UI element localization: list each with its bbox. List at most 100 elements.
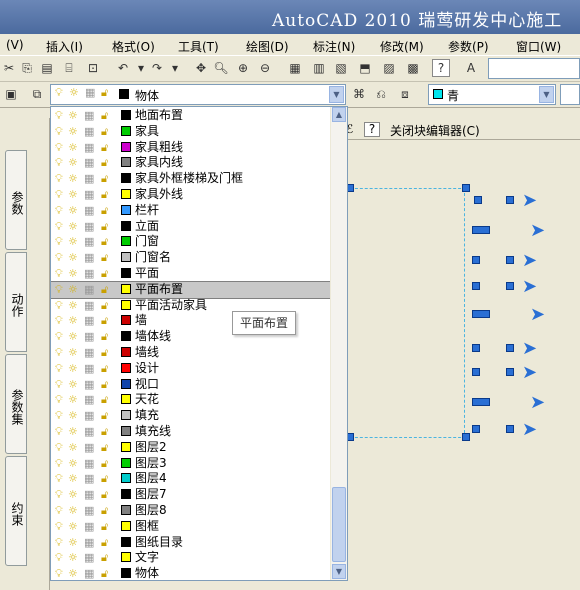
lightbulb-on-icon[interactable]: 💡︎ xyxy=(55,172,63,185)
layer-list-item[interactable]: 💡︎ ☼ ▦ 🔓︎ 家具粗线 xyxy=(51,140,331,156)
menu-window[interactable]: 窗口(W) xyxy=(516,38,561,55)
parameter-arrow-icon[interactable]: ➤ xyxy=(522,190,537,211)
layer-color-swatch[interactable] xyxy=(121,347,131,357)
layer-color-swatch[interactable] xyxy=(121,489,131,500)
sun-icon[interactable]: ☼ xyxy=(68,204,78,217)
linetype-dropdown[interactable] xyxy=(560,84,580,105)
layer-list-item[interactable]: 💡︎ ☼ ▦ 🔓︎ 墙线 xyxy=(51,345,331,361)
properties-icon[interactable]: ▦ xyxy=(286,59,304,77)
parameter-arrow-icon[interactable]: ➤ xyxy=(522,338,537,359)
grip-point[interactable] xyxy=(506,282,514,290)
sun-icon[interactable]: ☼ xyxy=(68,457,78,470)
layer-list-item[interactable]: 💡︎ ☼ ▦ 🔓︎ 文字 xyxy=(51,550,331,566)
sun-icon[interactable]: ☼ xyxy=(68,251,78,264)
grip-point[interactable] xyxy=(472,310,490,318)
unlock-icon[interactable]: 🔓︎ xyxy=(101,425,108,438)
lightbulb-on-icon[interactable]: 💡︎ xyxy=(55,362,63,375)
sun-icon[interactable]: ☼ xyxy=(68,299,78,312)
parameter-arrow-icon[interactable]: ➤ xyxy=(522,250,537,271)
viewport-freeze-icon[interactable]: ▦ xyxy=(84,267,94,280)
layer-color-swatch[interactable] xyxy=(121,220,131,231)
grip-point[interactable] xyxy=(472,425,480,433)
layer-list-item[interactable]: 💡︎ ☼ ▦ 🔓︎ 设计 xyxy=(51,361,331,377)
unlock-icon[interactable]: 🔓︎ xyxy=(101,125,108,138)
menu-parameters[interactable]: 参数(P) xyxy=(448,38,489,55)
layer-list-item[interactable]: 💡︎ ☼ ▦ 🔓︎ 图层2 xyxy=(51,440,331,456)
color-dropdown[interactable]: 青 ▼ xyxy=(428,84,556,105)
layer-color-swatch[interactable] xyxy=(121,505,131,515)
lightbulb-on-icon[interactable]: 💡︎ xyxy=(55,283,63,296)
sun-icon[interactable]: ☼ xyxy=(68,378,78,391)
unlock-icon[interactable]: 🔓︎ xyxy=(101,172,108,185)
sun-icon[interactable]: ☼ xyxy=(68,551,78,564)
layer-list-item[interactable]: 💡︎ ☼ ▦ 🔓︎ 图层7 xyxy=(51,487,331,503)
layer-list-item[interactable]: 💡︎ ☼ ▦ 🔓︎ 门窗 xyxy=(51,234,331,250)
scroll-down-icon[interactable]: ▼ xyxy=(332,564,346,579)
tab-parameter-sets[interactable]: 参数集 xyxy=(5,354,27,454)
sheet-set-icon[interactable]: ⬒ xyxy=(356,59,374,77)
grip-point[interactable] xyxy=(506,256,514,264)
layer-color-swatch[interactable] xyxy=(121,394,131,405)
viewport-freeze-icon[interactable]: ▦ xyxy=(84,283,94,296)
layer-dropdown[interactable]: 💡︎ ☼ ▦ 🔓︎ 物体 ▼ xyxy=(50,84,346,105)
viewport-freeze-icon[interactable]: ▦ xyxy=(84,314,94,327)
zoom-realtime-icon[interactable]: 🔍︎ xyxy=(212,59,230,77)
lightbulb-on-icon[interactable]: 💡︎ xyxy=(55,330,63,343)
unlock-icon[interactable]: 🔓︎ xyxy=(101,346,108,359)
grip-point[interactable] xyxy=(472,398,490,406)
layer-list-item[interactable]: 💡︎ ☼ ▦ 🔓︎ 家具外线 xyxy=(51,187,331,203)
sun-icon[interactable]: ☼ xyxy=(68,109,78,122)
layer-color-swatch[interactable] xyxy=(121,426,131,436)
color-chevron-down-icon[interactable]: ▼ xyxy=(539,86,554,103)
unlock-icon[interactable]: 🔓︎ xyxy=(101,472,108,485)
lightbulb-on-icon[interactable]: 💡︎ xyxy=(55,441,63,454)
layer-color-swatch[interactable] xyxy=(121,125,131,136)
layer-color-swatch[interactable] xyxy=(121,457,131,468)
unlock-icon[interactable]: 🔓︎ xyxy=(101,299,108,312)
layer-color-swatch[interactable] xyxy=(121,299,131,310)
grip-point[interactable] xyxy=(506,344,514,352)
sun-icon[interactable]: ☼ xyxy=(68,472,78,485)
layer-color-swatch[interactable] xyxy=(121,173,131,184)
text-style-combo[interactable] xyxy=(488,58,580,79)
viewport-freeze-icon[interactable]: ▦ xyxy=(84,251,94,264)
layer-list-item[interactable]: 💡︎ ☼ ▦ 🔓︎ 平面 xyxy=(51,266,331,282)
lightbulb-on-icon[interactable]: 💡︎ xyxy=(55,378,63,391)
block-editor-help-icon[interactable]: ? xyxy=(364,122,380,137)
layer-color-swatch[interactable] xyxy=(121,473,131,484)
lightbulb-on-icon[interactable]: 💡︎ xyxy=(55,299,63,312)
menu-dimension[interactable]: 标注(N) xyxy=(313,38,355,55)
layer-list-item[interactable]: 💡︎ ☼ ▦ 🔓︎ 平面布置 xyxy=(51,280,332,299)
sun-icon[interactable]: ☼ xyxy=(68,409,78,422)
lightbulb-on-icon[interactable]: 💡︎ xyxy=(55,109,63,122)
lightbulb-on-icon[interactable]: 💡︎ xyxy=(55,251,63,264)
redo-dropdown-icon[interactable]: ▾ xyxy=(166,59,184,77)
close-block-editor-button[interactable]: 关闭块编辑器(C) xyxy=(390,122,480,139)
lightbulb-on-icon[interactable]: 💡︎ xyxy=(55,567,63,580)
match-properties-icon[interactable]: ⌸ xyxy=(60,59,78,77)
parameter-arrow-icon[interactable]: ➤ xyxy=(530,304,545,325)
lightbulb-on-icon[interactable]: 💡︎ xyxy=(55,267,63,280)
sun-icon[interactable]: ☼ xyxy=(68,520,78,533)
lightbulb-on-icon[interactable]: 💡︎ xyxy=(55,235,63,248)
parameter-arrow-icon[interactable]: ➤ xyxy=(522,276,537,297)
layer-list-item[interactable]: 💡︎ ☼ ▦ 🔓︎ 家具外框楼梯及门框 xyxy=(51,171,331,187)
unlock-icon[interactable]: 🔓︎ xyxy=(101,251,108,264)
menu-tools[interactable]: 工具(T) xyxy=(178,38,219,55)
sun-icon[interactable]: ☼ xyxy=(68,346,78,359)
unlock-icon[interactable]: 🔓︎ xyxy=(101,441,108,454)
layer-previous-icon[interactable]: ⎌ xyxy=(372,85,390,103)
sun-icon[interactable]: ☼ xyxy=(68,488,78,501)
layer-color-swatch[interactable] xyxy=(121,410,131,421)
layer-color-swatch[interactable] xyxy=(121,204,131,215)
lightbulb-on-icon[interactable]: 💡︎ xyxy=(55,204,63,217)
unlock-icon[interactable]: 🔓︎ xyxy=(101,156,108,169)
layer-color-swatch[interactable] xyxy=(121,141,131,152)
sun-icon[interactable]: ☼ xyxy=(68,156,78,169)
parameter-arrow-icon[interactable]: ➤ xyxy=(530,392,545,413)
markup-icon[interactable]: ▨ xyxy=(380,59,398,77)
menu-view[interactable]: (V) xyxy=(6,38,24,52)
layer-color-swatch[interactable] xyxy=(121,362,131,373)
unlock-icon[interactable]: 🔓︎ xyxy=(101,362,108,375)
unlock-icon[interactable]: 🔓︎ xyxy=(101,141,108,154)
